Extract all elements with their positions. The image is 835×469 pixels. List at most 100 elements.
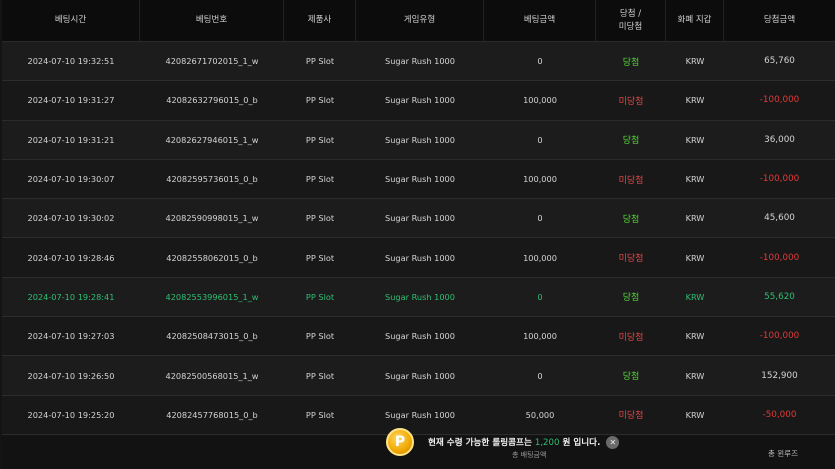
- cell-bet-time: 2024-07-10 19:27:03: [27, 331, 115, 342]
- header-bet-no: 베팅번호: [140, 0, 284, 41]
- cell-bet-no: 42082627946015_1_w: [165, 134, 259, 145]
- cell-bet-amount: 100,000: [523, 331, 557, 342]
- cell-bet-amount: 0: [537, 370, 543, 381]
- cell-result: 당첨: [622, 293, 640, 304]
- cell-bet-no: 42082457768015_0_b: [166, 409, 258, 420]
- close-icon[interactable]: ✕: [606, 435, 620, 449]
- cell-bet-no: 42082500568015_1_w: [165, 370, 259, 381]
- cell-bet-time: 2024-07-10 19:32:51: [27, 56, 115, 67]
- cell-currency: KRW: [685, 174, 705, 185]
- cell-win-amount: 55,620: [764, 291, 795, 302]
- table-header: 베팅시간 베팅번호 제품사 게임유형 베팅금액 당첨 / 미당첨 화폐 지갑 당…: [2, 0, 835, 42]
- cell-bet-amount: 0: [537, 213, 543, 224]
- cell-win-amount: 152,900: [761, 370, 798, 381]
- header-result-line1: 당첨 /: [619, 8, 642, 19]
- cell-result: 당첨: [622, 136, 640, 147]
- header-currency: 화폐 지갑: [666, 0, 724, 41]
- cell-win-amount: -100,000: [759, 252, 800, 263]
- cell-bet-amount: 100,000: [523, 95, 557, 106]
- cell-bet-amount: 100,000: [523, 174, 557, 185]
- bet-history-table: 베팅시간 베팅번호 제품사 게임유형 베팅금액 당첨 / 미당첨 화폐 지갑 당…: [2, 0, 835, 435]
- table-row: 2024-07-10 19:28:41 42082553996015_1_w PP …: [2, 277, 835, 318]
- table-row: 2024-07-10 19:30:07 42082595736015_0_b PP …: [2, 159, 835, 200]
- cell-bet-no: 42082671702015_1_w: [165, 56, 259, 67]
- table-row: 2024-07-10 19:28:46 42082558062015_0_b PP …: [2, 238, 835, 278]
- toast-amount: 1,200: [534, 438, 560, 448]
- table-row: 2024-07-10 19:32:51 42082671702015_1_w PP …: [2, 42, 835, 82]
- cell-game-type: Sugar Rush 1000: [385, 252, 455, 263]
- cell-currency: KRW: [685, 370, 705, 381]
- cell-result: 미당첨: [618, 175, 644, 186]
- table-row: 2024-07-10 19:27:03 42082508473015_0_b PP …: [2, 317, 835, 357]
- cell-provider: PP Slot: [305, 95, 335, 106]
- cell-bet-amount: 0: [537, 291, 543, 302]
- header-bet-amount: 베팅금액: [484, 0, 596, 41]
- cell-win-amount: -50,000: [762, 409, 797, 420]
- toast-message-suffix: 원 입니다.: [562, 438, 601, 448]
- cell-provider: PP Slot: [305, 370, 335, 381]
- header-win-amount: 당첨금액: [763, 15, 796, 25]
- table-row: 2024-07-10 19:31:27 42082632796015_0_b PP …: [2, 81, 835, 121]
- cell-bet-no: 42082632796015_0_b: [166, 95, 258, 106]
- cell-game-type: Sugar Rush 1000: [385, 56, 455, 67]
- cell-win-amount: 45,600: [764, 213, 795, 224]
- cell-result: 미당첨: [618, 254, 644, 265]
- cell-bet-time: 2024-07-10 19:28:46: [27, 252, 115, 263]
- cell-win-amount: -100,000: [759, 95, 800, 106]
- cell-win-amount: -100,000: [759, 331, 800, 342]
- cell-currency: KRW: [685, 56, 705, 67]
- cell-result: 미당첨: [618, 96, 644, 107]
- cell-provider: PP Slot: [305, 174, 335, 185]
- cell-bet-no: 42082508473015_0_b: [166, 331, 258, 342]
- cell-currency: KRW: [685, 409, 705, 420]
- cell-provider: PP Slot: [305, 252, 335, 263]
- cell-result: 미당첨: [618, 332, 644, 343]
- table-row: 2024-07-10 19:30:02 42082590998015_1_w PP …: [2, 199, 835, 239]
- cell-game-type: Sugar Rush 1000: [385, 291, 455, 302]
- cell-currency: KRW: [685, 331, 705, 342]
- toast-message-prefix: 현재 수령 가능한 롤링콤프는: [428, 438, 532, 448]
- toast-message: 현재 수령 가능한 롤링콤프는 1,200 원 입니다.: [428, 436, 600, 448]
- cell-bet-no: 42082595736015_0_b: [166, 174, 258, 185]
- cell-bet-time: 2024-07-10 19:26:50: [27, 370, 115, 381]
- table-body: 2024-07-10 19:32:51 42082671702015_1_w PP …: [2, 42, 835, 435]
- cell-currency: KRW: [685, 252, 705, 263]
- table-row: 2024-07-10 19:31:21 42082627946015_1_w PP …: [2, 120, 835, 160]
- cell-game-type: Sugar Rush 1000: [385, 331, 455, 342]
- cell-currency: KRW: [685, 95, 705, 106]
- cell-bet-no: 42082553996015_1_w: [165, 291, 259, 302]
- rolling-comp-toast[interactable]: P 현재 수령 가능한 롤링콤프는 1,200 원 입니다. ✕: [386, 428, 620, 456]
- cell-game-type: Sugar Rush 1000: [385, 370, 455, 381]
- cell-bet-time: 2024-07-10 19:28:41: [27, 291, 115, 302]
- point-coin-icon: P: [386, 428, 414, 456]
- cell-provider: PP Slot: [305, 331, 335, 342]
- cell-currency: KRW: [685, 134, 705, 145]
- cell-win-amount: 36,000: [764, 134, 795, 145]
- header-bet-time: 베팅시간: [2, 0, 140, 41]
- total-winloss-label: 총 윈루즈: [768, 449, 798, 458]
- cell-win-amount: 65,760: [764, 56, 795, 67]
- cell-game-type: Sugar Rush 1000: [385, 134, 455, 145]
- cell-game-type: Sugar Rush 1000: [385, 174, 455, 185]
- header-provider: 제품사: [284, 0, 356, 41]
- cell-game-type: Sugar Rush 1000: [385, 213, 455, 224]
- cell-provider: PP Slot: [305, 134, 335, 145]
- cell-win-amount: -100,000: [759, 174, 800, 185]
- cell-provider: PP Slot: [305, 213, 335, 224]
- cell-provider: PP Slot: [305, 291, 335, 302]
- cell-currency: KRW: [685, 291, 705, 302]
- cell-result: 당첨: [622, 214, 640, 225]
- table-row: 2024-07-10 19:26:50 42082500568015_1_w PP …: [2, 356, 835, 396]
- cell-bet-time: 2024-07-10 19:31:21: [27, 134, 115, 145]
- cell-currency: KRW: [685, 213, 705, 224]
- cell-bet-no: 42082558062015_0_b: [166, 252, 258, 263]
- cell-provider: PP Slot: [305, 56, 335, 67]
- header-game-type: 게임유형: [356, 0, 484, 41]
- cell-bet-amount: 0: [537, 56, 543, 67]
- cell-bet-time: 2024-07-10 19:31:27: [27, 95, 115, 106]
- cell-bet-time: 2024-07-10 19:30:02: [27, 213, 115, 224]
- cell-bet-time: 2024-07-10 19:25:20: [27, 409, 115, 420]
- header-result: 당첨 / 미당첨: [596, 0, 666, 41]
- cell-result: 당첨: [622, 57, 640, 68]
- header-result-line2: 미당첨: [618, 21, 643, 32]
